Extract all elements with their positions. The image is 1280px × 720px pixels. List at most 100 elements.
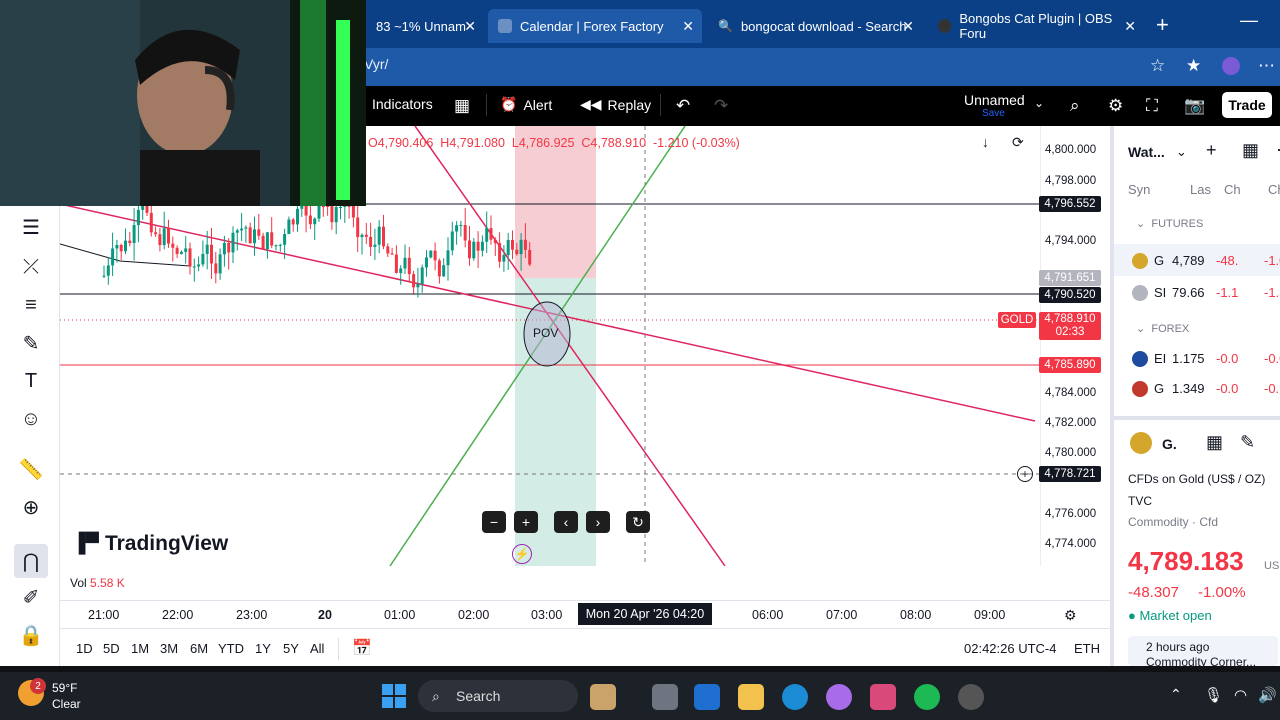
range-5y[interactable]: 5Y bbox=[283, 641, 299, 656]
session-toggle[interactable]: ETH bbox=[1074, 641, 1100, 656]
fullscreen-icon[interactable]: ⛶ bbox=[1146, 96, 1158, 116]
camera-icon[interactable]: 📷 bbox=[1184, 96, 1205, 116]
column-last[interactable]: Las bbox=[1190, 182, 1211, 197]
templates-icon[interactable]: ▦ bbox=[454, 96, 470, 116]
close-icon[interactable]: ✕ bbox=[682, 18, 694, 35]
profile-avatar[interactable] bbox=[1222, 57, 1240, 75]
minimize-button[interactable]: — bbox=[1240, 10, 1258, 31]
scroll-right-button[interactable]: › bbox=[586, 511, 610, 533]
spotify-icon[interactable] bbox=[914, 684, 940, 710]
refresh-icon[interactable]: ⟳ bbox=[1012, 134, 1024, 151]
zoom-in-button[interactable]: + bbox=[514, 511, 538, 533]
subcategory-label: Cfd bbox=[1199, 515, 1219, 529]
add-plus-icon[interactable]: + bbox=[1017, 466, 1033, 482]
settings-icon[interactable]: ⚙ bbox=[1064, 607, 1077, 624]
more-icon[interactable]: ⋯ bbox=[1276, 140, 1280, 161]
more-menu-icon[interactable]: ⋯ bbox=[1258, 56, 1275, 76]
row-symbol[interactable]: EI bbox=[1154, 351, 1166, 366]
quick-search-icon[interactable]: ⌕ bbox=[1070, 96, 1080, 116]
zoom-out-button[interactable]: − bbox=[482, 511, 506, 533]
chevron-down-icon[interactable]: ⌄ bbox=[1176, 144, 1187, 160]
range-5d[interactable]: 5D bbox=[103, 641, 120, 656]
tab-bongocat-search[interactable]: 🔍 bongocat download - Search ✕ bbox=[708, 9, 922, 43]
tab-tradingview[interactable]: 83 ~1% Unnam ✕ bbox=[366, 9, 484, 43]
price-axis[interactable] bbox=[1040, 126, 1110, 566]
settings-icon[interactable]: ⚙ bbox=[1108, 96, 1123, 116]
go-to-date-icon[interactable]: 📅 bbox=[352, 638, 372, 658]
store-icon[interactable] bbox=[870, 684, 896, 710]
reset-chart-button[interactable]: ↻ bbox=[626, 511, 650, 533]
undo-icon[interactable]: ↶ bbox=[676, 96, 690, 116]
ruler-icon[interactable]: 📏 bbox=[18, 456, 44, 482]
microphone-icon[interactable]: 🎙 bbox=[1204, 686, 1223, 704]
favorite-star-icon[interactable]: ☆ bbox=[1150, 56, 1165, 76]
magnet-icon[interactable]: ⋂ bbox=[14, 544, 48, 578]
lightning-icon[interactable]: ⚡ bbox=[512, 544, 532, 564]
range-3m[interactable]: 3M bbox=[160, 641, 178, 656]
close-icon[interactable]: ✕ bbox=[902, 18, 914, 35]
indicators-button[interactable]: Indicators bbox=[372, 96, 433, 112]
range-all[interactable]: All bbox=[310, 641, 324, 656]
redo-icon[interactable]: ↷ bbox=[714, 96, 728, 116]
crosshair-tool-icon[interactable]: ☰ bbox=[18, 214, 44, 240]
close-icon[interactable]: ✕ bbox=[464, 18, 476, 35]
volume-icon[interactable]: 🔊 bbox=[1258, 686, 1277, 704]
address-input[interactable]: Vyr/ bbox=[364, 56, 388, 72]
candle-body bbox=[274, 245, 278, 247]
row-symbol[interactable]: G bbox=[1154, 381, 1164, 396]
detail-symbol[interactable]: G. bbox=[1162, 436, 1177, 452]
alert-button[interactable]: ⏰ Alert bbox=[500, 96, 552, 113]
clock[interactable]: 02:42:26 UTC-4 bbox=[964, 641, 1057, 656]
grid-icon[interactable]: ▦ bbox=[1206, 432, 1223, 453]
range-1d[interactable]: 1D bbox=[76, 641, 93, 656]
tab-forex-factory[interactable]: Calendar | Forex Factory ✕ bbox=[488, 9, 702, 43]
layout-name-button[interactable]: Unnamed Save bbox=[964, 92, 1025, 119]
column-chgp[interactable]: Ch bbox=[1268, 182, 1280, 197]
new-tab-button[interactable]: + bbox=[1156, 12, 1169, 38]
range-ytd[interactable]: YTD bbox=[218, 641, 244, 656]
chevron-down-icon[interactable]: ⌄ bbox=[1034, 96, 1044, 110]
widgets-icon[interactable] bbox=[590, 684, 616, 710]
range-1y[interactable]: 1Y bbox=[255, 641, 271, 656]
edit-icon[interactable]: ✎ bbox=[1240, 432, 1255, 453]
scroll-left-button[interactable]: ‹ bbox=[554, 511, 578, 533]
row-symbol[interactable]: SI bbox=[1154, 285, 1166, 300]
taskbar-search[interactable]: ⌕ Search bbox=[418, 680, 578, 712]
obs-icon[interactable] bbox=[958, 684, 984, 710]
windows-start-icon[interactable] bbox=[382, 684, 406, 708]
lock-icon[interactable]: 🔒 bbox=[18, 622, 44, 648]
pencil-lock-icon[interactable]: ✐ bbox=[18, 584, 44, 610]
add-symbol-icon[interactable]: + bbox=[1206, 140, 1217, 161]
emoji-icon[interactable]: ☺ bbox=[18, 406, 44, 432]
text-tool-icon[interactable]: T bbox=[18, 368, 44, 394]
trend-line-icon[interactable]: ⤫ bbox=[18, 254, 44, 280]
futures-section[interactable]: ⌄ FUTURES bbox=[1136, 217, 1203, 230]
tab-obs-forum[interactable]: Bongobs Cat Plugin | OBS Foru ✕ bbox=[928, 9, 1144, 43]
edge-icon[interactable] bbox=[782, 684, 808, 710]
trade-button[interactable]: Trade bbox=[1222, 92, 1272, 118]
task-view-icon[interactable] bbox=[652, 684, 678, 710]
panel-divider[interactable] bbox=[1114, 416, 1280, 420]
fib-tool-icon[interactable]: ≡ bbox=[18, 292, 44, 318]
favorites-icon[interactable]: ★ bbox=[1186, 56, 1201, 76]
table-icon[interactable]: ▦ bbox=[1242, 140, 1259, 161]
copilot-icon[interactable] bbox=[826, 684, 852, 710]
watchlist-title[interactable]: Wat... bbox=[1128, 144, 1165, 160]
column-chg[interactable]: Ch bbox=[1224, 182, 1241, 197]
wifi-icon[interactable]: ◠ bbox=[1234, 686, 1247, 704]
weather-widget[interactable]: 59°F Clear bbox=[52, 680, 81, 712]
outlook-icon[interactable] bbox=[694, 684, 720, 710]
column-symbol[interactable]: Syn bbox=[1128, 182, 1150, 197]
search-label: Search bbox=[456, 688, 501, 704]
range-1m[interactable]: 1M bbox=[131, 641, 149, 656]
zoom-icon[interactable]: ⊕ bbox=[18, 494, 44, 520]
tab-label: bongocat download - Search bbox=[740, 18, 907, 34]
replay-button[interactable]: ◀◀ Replay bbox=[580, 96, 651, 113]
scroll-down-icon[interactable]: ↓ bbox=[982, 134, 989, 150]
close-icon[interactable]: ✕ bbox=[1124, 18, 1136, 35]
forex-section[interactable]: ⌄ FOREX bbox=[1136, 322, 1189, 335]
brush-icon[interactable]: ✎ bbox=[18, 330, 44, 356]
chevron-up-icon[interactable]: ⌃ bbox=[1170, 686, 1182, 703]
file-explorer-icon[interactable] bbox=[738, 684, 764, 710]
range-6m[interactable]: 6M bbox=[190, 641, 208, 656]
